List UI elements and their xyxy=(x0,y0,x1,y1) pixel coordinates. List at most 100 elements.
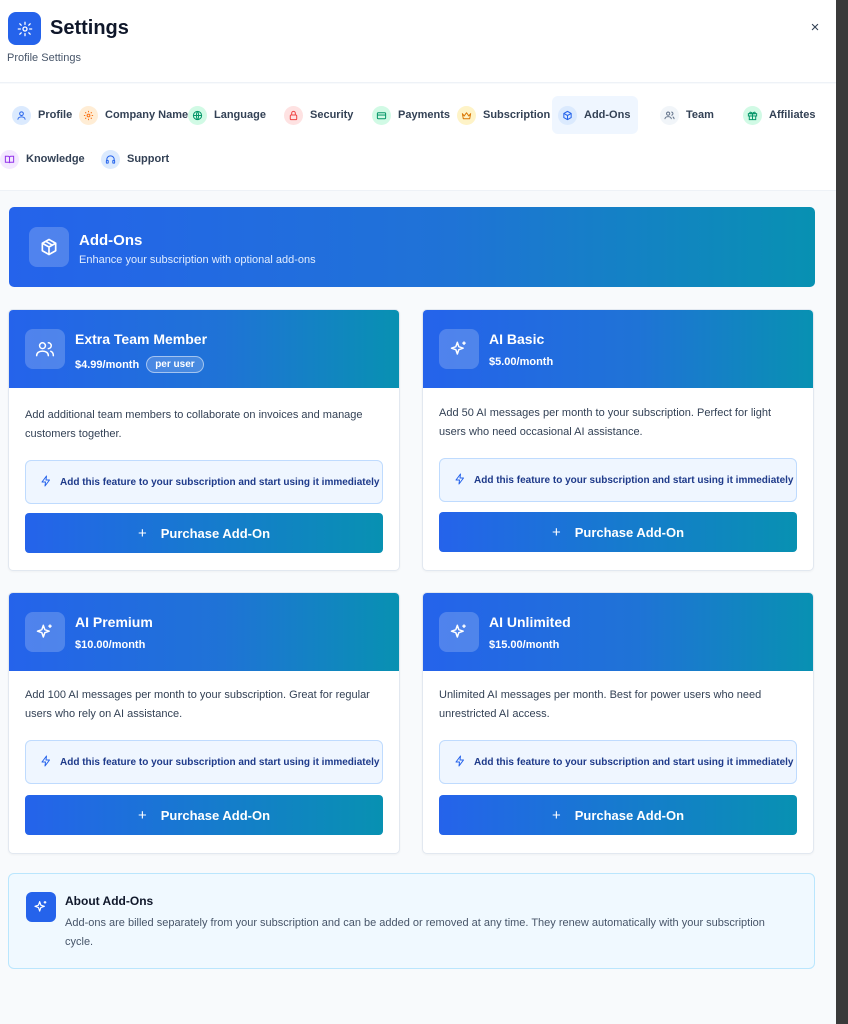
addon-info-note: Add this feature to your subscription an… xyxy=(439,458,797,502)
button-label: Purchase Add-On xyxy=(574,524,685,540)
tab-security[interactable]: Security xyxy=(284,96,353,134)
gift-icon xyxy=(743,105,762,125)
users-icon xyxy=(660,105,679,125)
purchase-add-on-button[interactable]: + Purchase Add-On xyxy=(25,795,383,835)
banner-title: Add-Ons xyxy=(79,232,143,249)
close-button[interactable]: × xyxy=(806,18,824,36)
addon-price-row: $10.00/month xyxy=(75,639,145,651)
addon-description: Unlimited AI messages per month. Best fo… xyxy=(439,689,762,720)
addon-title: Extra Team Member xyxy=(75,331,208,347)
tab-label: Add-Ons xyxy=(584,109,631,121)
note-text: Add this feature to your subscription an… xyxy=(60,756,380,768)
settings-tabs: Profile Company Name Language Security P… xyxy=(0,84,836,191)
card-header: AI Basic $5.00/month xyxy=(423,310,813,388)
window-edge xyxy=(836,0,848,1024)
addon-description: Add additional team members to collabora… xyxy=(25,409,363,440)
about-text: Add-ons are billed separately from your … xyxy=(65,917,765,948)
plus-icon: + xyxy=(551,523,561,541)
note-text: Add this feature to your subscription an… xyxy=(474,474,794,486)
tab-language[interactable]: Language xyxy=(188,96,266,134)
page-title: Settings xyxy=(50,17,129,39)
plus-icon: + xyxy=(137,524,147,542)
addon-card-ai-basic: AI Basic $5.00/month Add 50 AI messages … xyxy=(422,309,814,571)
tab-label: Team xyxy=(686,109,714,121)
addon-price: $15.00/month xyxy=(489,639,560,651)
addon-title: AI Basic xyxy=(489,331,545,347)
note-text: Add this feature to your subscription an… xyxy=(60,476,380,488)
tab-label: Support xyxy=(127,153,170,165)
package-icon xyxy=(29,227,69,267)
plus-icon: + xyxy=(137,806,147,824)
tab-label: Profile xyxy=(38,109,73,121)
tab-team[interactable]: Team xyxy=(660,96,714,134)
addon-info-note: Add this feature to your subscription an… xyxy=(25,740,383,784)
per-user-badge: per user xyxy=(146,356,204,373)
tab-label: Language xyxy=(214,109,266,121)
sparkles-icon xyxy=(439,612,479,652)
settings-panel: Settings Profile Settings × Profile Comp… xyxy=(0,0,836,1024)
button-label: Purchase Add-On xyxy=(160,807,271,823)
purchase-add-on-button[interactable]: + Purchase Add-On xyxy=(25,513,383,553)
tab-label: Payments xyxy=(398,109,450,121)
lightning-icon xyxy=(40,755,52,770)
tab-support[interactable]: Support xyxy=(101,140,169,178)
tab-label: Affiliates xyxy=(769,109,816,121)
headset-icon xyxy=(101,149,120,169)
tab-affiliates[interactable]: Affiliates xyxy=(743,96,815,134)
tab-label: Security xyxy=(310,109,354,121)
addon-card-ai-premium: AI Premium $10.00/month Add 100 AI messa… xyxy=(8,592,400,854)
tab-company-name[interactable]: Company Name xyxy=(79,96,189,134)
lock-icon xyxy=(284,105,303,125)
tab-label: Knowledge xyxy=(26,153,85,165)
add-ons-banner: Add-Ons Enhance your subscription with o… xyxy=(9,207,815,287)
addon-card-extra-team-member: Extra Team Member $4.99/month per user A… xyxy=(8,309,400,571)
addon-price-row: $15.00/month xyxy=(489,639,559,651)
addon-card-ai-unlimited: AI Unlimited $15.00/month Unlimited AI m… xyxy=(422,592,814,854)
purchase-add-on-button[interactable]: + Purchase Add-On xyxy=(439,795,797,835)
about-add-ons-box: About Add-Ons Add-ons are billed separat… xyxy=(8,873,815,969)
tab-label: Subscription xyxy=(483,109,551,121)
users-icon xyxy=(25,329,65,369)
book-icon xyxy=(0,149,19,169)
addon-price-row: $4.99/month per user xyxy=(75,356,204,373)
credit-card-icon xyxy=(372,105,391,125)
lightning-icon xyxy=(454,755,466,770)
button-label: Purchase Add-On xyxy=(160,525,271,541)
package-icon xyxy=(558,105,577,125)
note-text: Add this feature to your subscription an… xyxy=(474,756,794,768)
addon-title: AI Unlimited xyxy=(489,614,571,630)
addon-price-row: $5.00/month xyxy=(489,356,553,368)
addon-info-note: Add this feature to your subscription an… xyxy=(439,740,797,784)
tab-knowledge[interactable]: Knowledge xyxy=(0,140,85,178)
sparkles-icon xyxy=(25,612,65,652)
tab-label: Company Name xyxy=(105,109,189,121)
tab-subscription[interactable]: Subscription xyxy=(457,96,550,134)
globe-icon xyxy=(188,105,207,125)
addon-price: $5.00/month xyxy=(489,356,554,368)
addon-description: Add 50 AI messages per month to your sub… xyxy=(439,407,772,438)
tab-payments[interactable]: Payments xyxy=(372,96,450,134)
user-icon xyxy=(12,105,31,125)
lightning-icon xyxy=(40,475,52,490)
lightning-icon xyxy=(454,473,466,488)
banner-subtitle: Enhance your subscription with optional … xyxy=(79,254,316,266)
plus-icon: + xyxy=(551,806,561,824)
about-title: About Add-Ons xyxy=(65,894,154,908)
settings-header: Settings Profile Settings × xyxy=(0,0,836,83)
settings-gear-icon xyxy=(8,12,41,45)
addon-price: $10.00/month xyxy=(75,639,146,651)
card-header: AI Unlimited $15.00/month xyxy=(423,593,813,671)
page-subtitle: Profile Settings xyxy=(7,52,81,64)
sparkles-icon xyxy=(439,329,479,369)
purchase-add-on-button[interactable]: + Purchase Add-On xyxy=(439,512,797,552)
sparkles-icon xyxy=(26,892,56,922)
addon-price: $4.99/month xyxy=(75,358,140,371)
gear-icon xyxy=(79,105,98,125)
addon-info-note: Add this feature to your subscription an… xyxy=(25,460,383,504)
tab-add-ons[interactable]: Add-Ons xyxy=(552,96,638,134)
addon-description: Add 100 AI messages per month to your su… xyxy=(25,689,370,720)
card-header: AI Premium $10.00/month xyxy=(9,593,399,671)
button-label: Purchase Add-On xyxy=(574,807,685,823)
tab-profile[interactable]: Profile xyxy=(12,96,72,134)
card-header: Extra Team Member $4.99/month per user xyxy=(9,310,399,388)
